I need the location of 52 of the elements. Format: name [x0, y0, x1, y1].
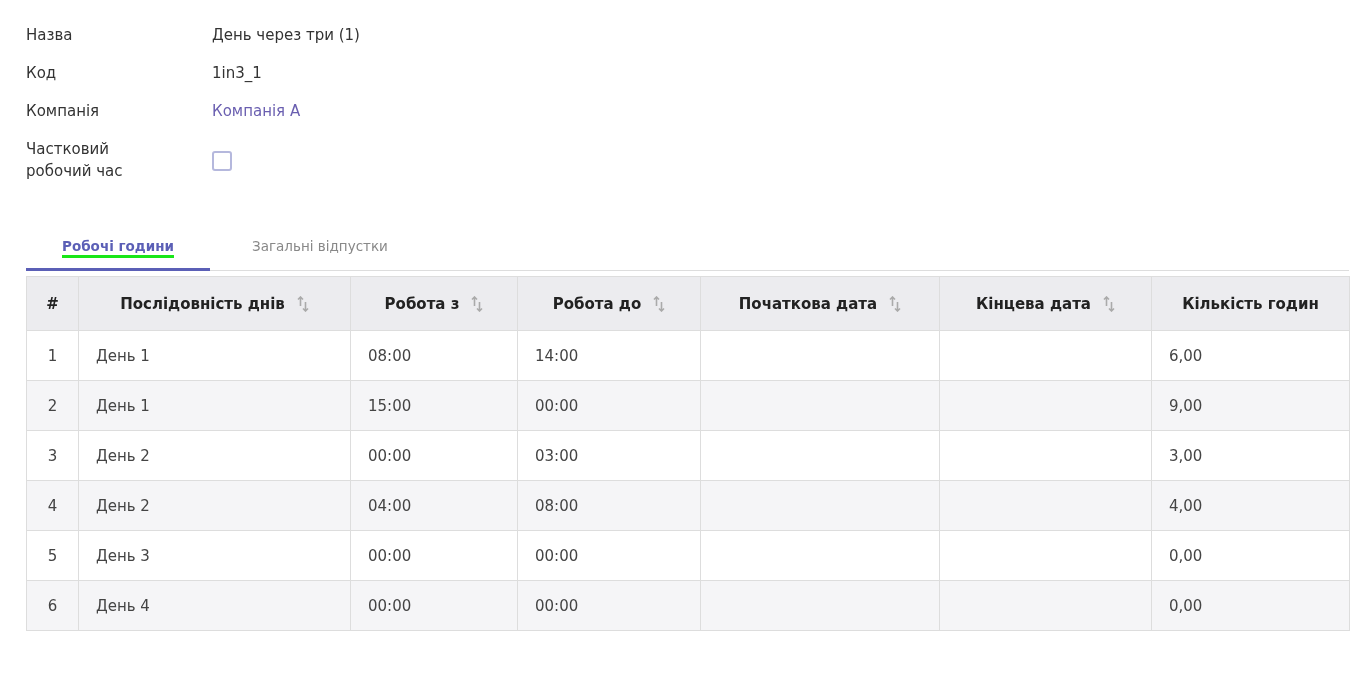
table-cell: 08:00 — [350, 330, 518, 381]
table-cell: 9,00 — [1151, 380, 1350, 431]
table-cell: День 2 — [78, 430, 351, 481]
table-cell: День 4 — [78, 580, 351, 631]
table-cell: День 1 — [78, 330, 351, 381]
column-header[interactable]: Послідовність днів — [78, 276, 351, 331]
table-cell: 1 — [26, 330, 79, 381]
field-label: Частковий робочий час — [26, 139, 124, 182]
sort-icon[interactable] — [889, 295, 902, 312]
table-cell: 00:00 — [517, 530, 701, 581]
table-cell: 6,00 — [1151, 330, 1350, 381]
column-header[interactable]: Початкова дата — [700, 276, 940, 331]
column-header[interactable]: Робота до — [517, 276, 701, 331]
sort-icon[interactable] — [653, 295, 666, 312]
sort-icon[interactable] — [1102, 295, 1115, 312]
table-cell: 4 — [26, 480, 79, 531]
table-cell: 08:00 — [517, 480, 701, 531]
tab[interactable]: Загальні відпустки — [210, 238, 430, 271]
table-cell: 4,00 — [1151, 480, 1350, 531]
column-header: Кількість годин — [1151, 276, 1350, 331]
table-cell: 00:00 — [517, 580, 701, 631]
table-cell: 5 — [26, 530, 79, 581]
sort-icon[interactable] — [296, 295, 309, 312]
column-header[interactable]: Кінцева дата — [939, 276, 1152, 331]
table-cell: 0,00 — [1151, 580, 1350, 631]
table-cell: День 1 — [78, 380, 351, 431]
table-cell: День 2 — [78, 480, 351, 531]
company-link[interactable]: Компанія А — [212, 100, 1349, 122]
checkbox[interactable] — [212, 150, 232, 171]
table-cell: 0,00 — [1151, 530, 1350, 581]
tab[interactable]: Робочі години — [26, 238, 210, 271]
table-cell: 2 — [26, 380, 79, 431]
field-label: Компанія — [26, 101, 101, 122]
table-cell: 00:00 — [517, 380, 701, 431]
table-cell: 04:00 — [350, 480, 518, 531]
field-value: День через три (1) — [212, 25, 361, 46]
table-cell: 3 — [26, 430, 79, 481]
table-cell: 00:00 — [350, 430, 518, 481]
table-cell: 00:00 — [350, 580, 518, 631]
sort-icon[interactable] — [471, 295, 484, 312]
table-cell: 14:00 — [517, 330, 701, 381]
table-cell: 03:00 — [517, 430, 701, 481]
table-cell: 15:00 — [350, 380, 518, 431]
field-label: Код — [26, 63, 58, 84]
table-cell: 3,00 — [1151, 430, 1350, 481]
column-header[interactable]: Робота з — [350, 276, 518, 331]
table-cell: День 3 — [78, 530, 351, 581]
field-value: 1in3_1 — [212, 63, 263, 84]
table-cell: 00:00 — [350, 530, 518, 581]
field-label: Назва — [26, 25, 74, 46]
column-header: # — [26, 276, 79, 331]
table-cell: 6 — [26, 580, 79, 631]
